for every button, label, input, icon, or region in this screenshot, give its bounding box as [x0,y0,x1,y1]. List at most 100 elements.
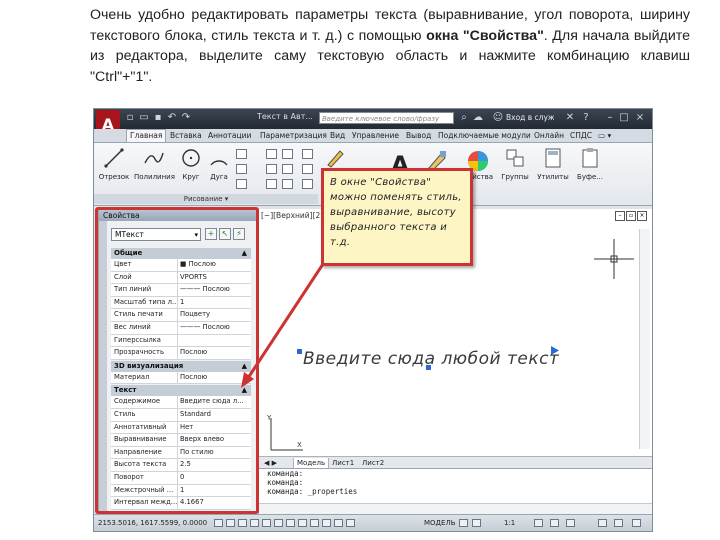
polyline-button[interactable]: Полилиния [134,147,175,181]
infer-constraints-icon[interactable] [214,519,223,527]
model-space-toggle[interactable]: МОДЕЛЬ [424,519,456,527]
tab-online[interactable]: Онлайн [534,130,564,142]
annotation-visibility-icon[interactable] [534,519,543,527]
hatch-icon[interactable] [236,164,247,174]
tab-view[interactable]: Вид [330,130,345,142]
copy-icon[interactable] [266,164,277,174]
draw-panel-label[interactable]: Рисование ▾ [94,194,318,204]
viewport-restore-icon[interactable]: ▫ [626,211,636,221]
viewport-minimize-icon[interactable]: – [615,211,625,221]
ortho-icon[interactable] [250,519,259,527]
ducs-icon[interactable] [298,519,307,527]
calculator-icon [545,148,561,168]
intro-paragraph: Очень удобно редактировать параметры тек… [90,5,690,87]
layer-properties-icon[interactable] [326,147,346,169]
layout-tabs: ◀ ▶ Модель Лист1 Лист2 [259,456,652,469]
tab-sheet1[interactable]: Лист1 [329,458,357,468]
rectangle-icon[interactable] [236,149,247,159]
osnap-icon[interactable] [274,519,283,527]
grid-icon[interactable] [238,519,247,527]
intro-bold: окна "Свойства" [426,27,544,44]
region-icon[interactable] [236,179,247,189]
polar-icon[interactable] [262,519,271,527]
command-input[interactable] [259,503,652,514]
lock-icon[interactable] [566,519,575,527]
clean-screen-icon[interactable] [632,519,641,527]
save-icon[interactable]: ▪ [152,112,164,124]
drawn-mtext[interactable]: Введите сюда любой текст [303,349,559,369]
tab-insert[interactable]: Вставка [170,130,202,142]
tab-plugins[interactable]: Подключаемые модули [438,130,531,142]
rotate-icon[interactable] [282,149,293,159]
cursor-coordinates: 2153.5016, 1617.5599, 0.0000 [98,519,208,527]
help-icon[interactable]: ? [580,112,592,124]
viewport-label[interactable]: [−][Верхний][2D [261,211,326,220]
tab-sheet2[interactable]: Лист2 [359,458,387,468]
command-history-line: команда: [267,478,304,487]
open-icon[interactable]: ▭ [138,112,150,124]
arc-label: Дуга [210,173,228,181]
trim-icon[interactable] [302,149,313,159]
redo-icon[interactable]: ↷ [180,112,192,124]
dyn-icon[interactable] [310,519,319,527]
tab-manage[interactable]: Управление [352,130,399,142]
otrack-icon[interactable] [286,519,295,527]
ribbon-options-icon[interactable]: ▭ ▾ [598,130,611,142]
workspace-icon[interactable] [550,519,559,527]
snap-icon[interactable] [226,519,235,527]
isolate-objects-icon[interactable] [598,519,607,527]
move-icon[interactable] [266,149,277,159]
line-button[interactable]: Отрезок [98,147,130,181]
polyline-icon [144,152,164,164]
clipboard-button[interactable]: Буфе... [574,147,606,181]
fillet-icon[interactable] [302,164,313,174]
search-icon[interactable]: ⌕ [458,112,470,124]
scale-icon[interactable] [282,179,293,189]
exchange-icon[interactable]: ✕ [564,112,576,124]
lineweight-icon[interactable] [322,519,331,527]
tab-annotations[interactable]: Аннотации [208,130,251,142]
close-icon[interactable]: × [634,112,646,124]
clipboard-icon [582,148,598,168]
search-input[interactable]: Введите ключевое слово/фразу [319,112,454,124]
circle-button[interactable]: Круг [178,147,204,181]
window-title: Текст в Авт... [257,112,312,121]
quick-view-icon[interactable] [472,519,481,527]
line-label: Отрезок [98,173,130,181]
arc-icon [210,160,228,166]
tab-home[interactable]: Главная [126,129,167,142]
annotation-scale[interactable]: 1:1 [504,519,515,527]
stretch-icon[interactable] [266,179,277,189]
command-line[interactable]: команда: команда: команда: _properties [259,468,652,514]
tab-spds[interactable]: СПДС [570,130,592,142]
viewport-close-icon[interactable]: × [637,211,647,221]
palette-highlight-frame [95,207,259,514]
array-icon[interactable] [302,179,313,189]
transparency-icon[interactable] [334,519,343,527]
text-grip-topleft[interactable] [297,349,302,354]
layout-icon[interactable] [459,519,468,527]
mirror-icon[interactable] [282,164,293,174]
utilities-label: Утилиты [537,173,569,181]
navigation-bar[interactable] [639,229,650,449]
utilities-button[interactable]: Утилиты [536,147,570,181]
arc-button[interactable]: Дуга [206,147,232,181]
svg-text:Y: Y [267,414,272,422]
status-bar: 2153.5016, 1617.5599, 0.0000 МОДЕЛЬ 1:1 [94,514,652,531]
groups-button[interactable]: Группы [498,147,532,181]
ucs-icon: YX [267,414,303,451]
layout-nav-icon[interactable]: ◀ ▶ [261,458,280,468]
new-icon[interactable]: ▫ [124,112,136,124]
cloud-icon[interactable]: ☁ [472,112,484,124]
circle-label: Круг [182,173,200,181]
tab-parametric[interactable]: Параметризация [260,130,327,142]
lightbulb-icon[interactable] [614,519,623,527]
quick-properties-icon[interactable] [346,519,355,527]
user-icon[interactable]: ☺ [492,112,504,124]
maximize-icon[interactable]: □ [618,112,630,124]
minimize-icon[interactable]: – [604,112,616,124]
ribbon-tabs: Главная Вставка Аннотации Параметризация… [94,129,652,143]
login-button[interactable]: Вход в службы [506,112,554,124]
tab-output[interactable]: Вывод [406,130,431,142]
undo-icon[interactable]: ↶ [166,112,178,124]
